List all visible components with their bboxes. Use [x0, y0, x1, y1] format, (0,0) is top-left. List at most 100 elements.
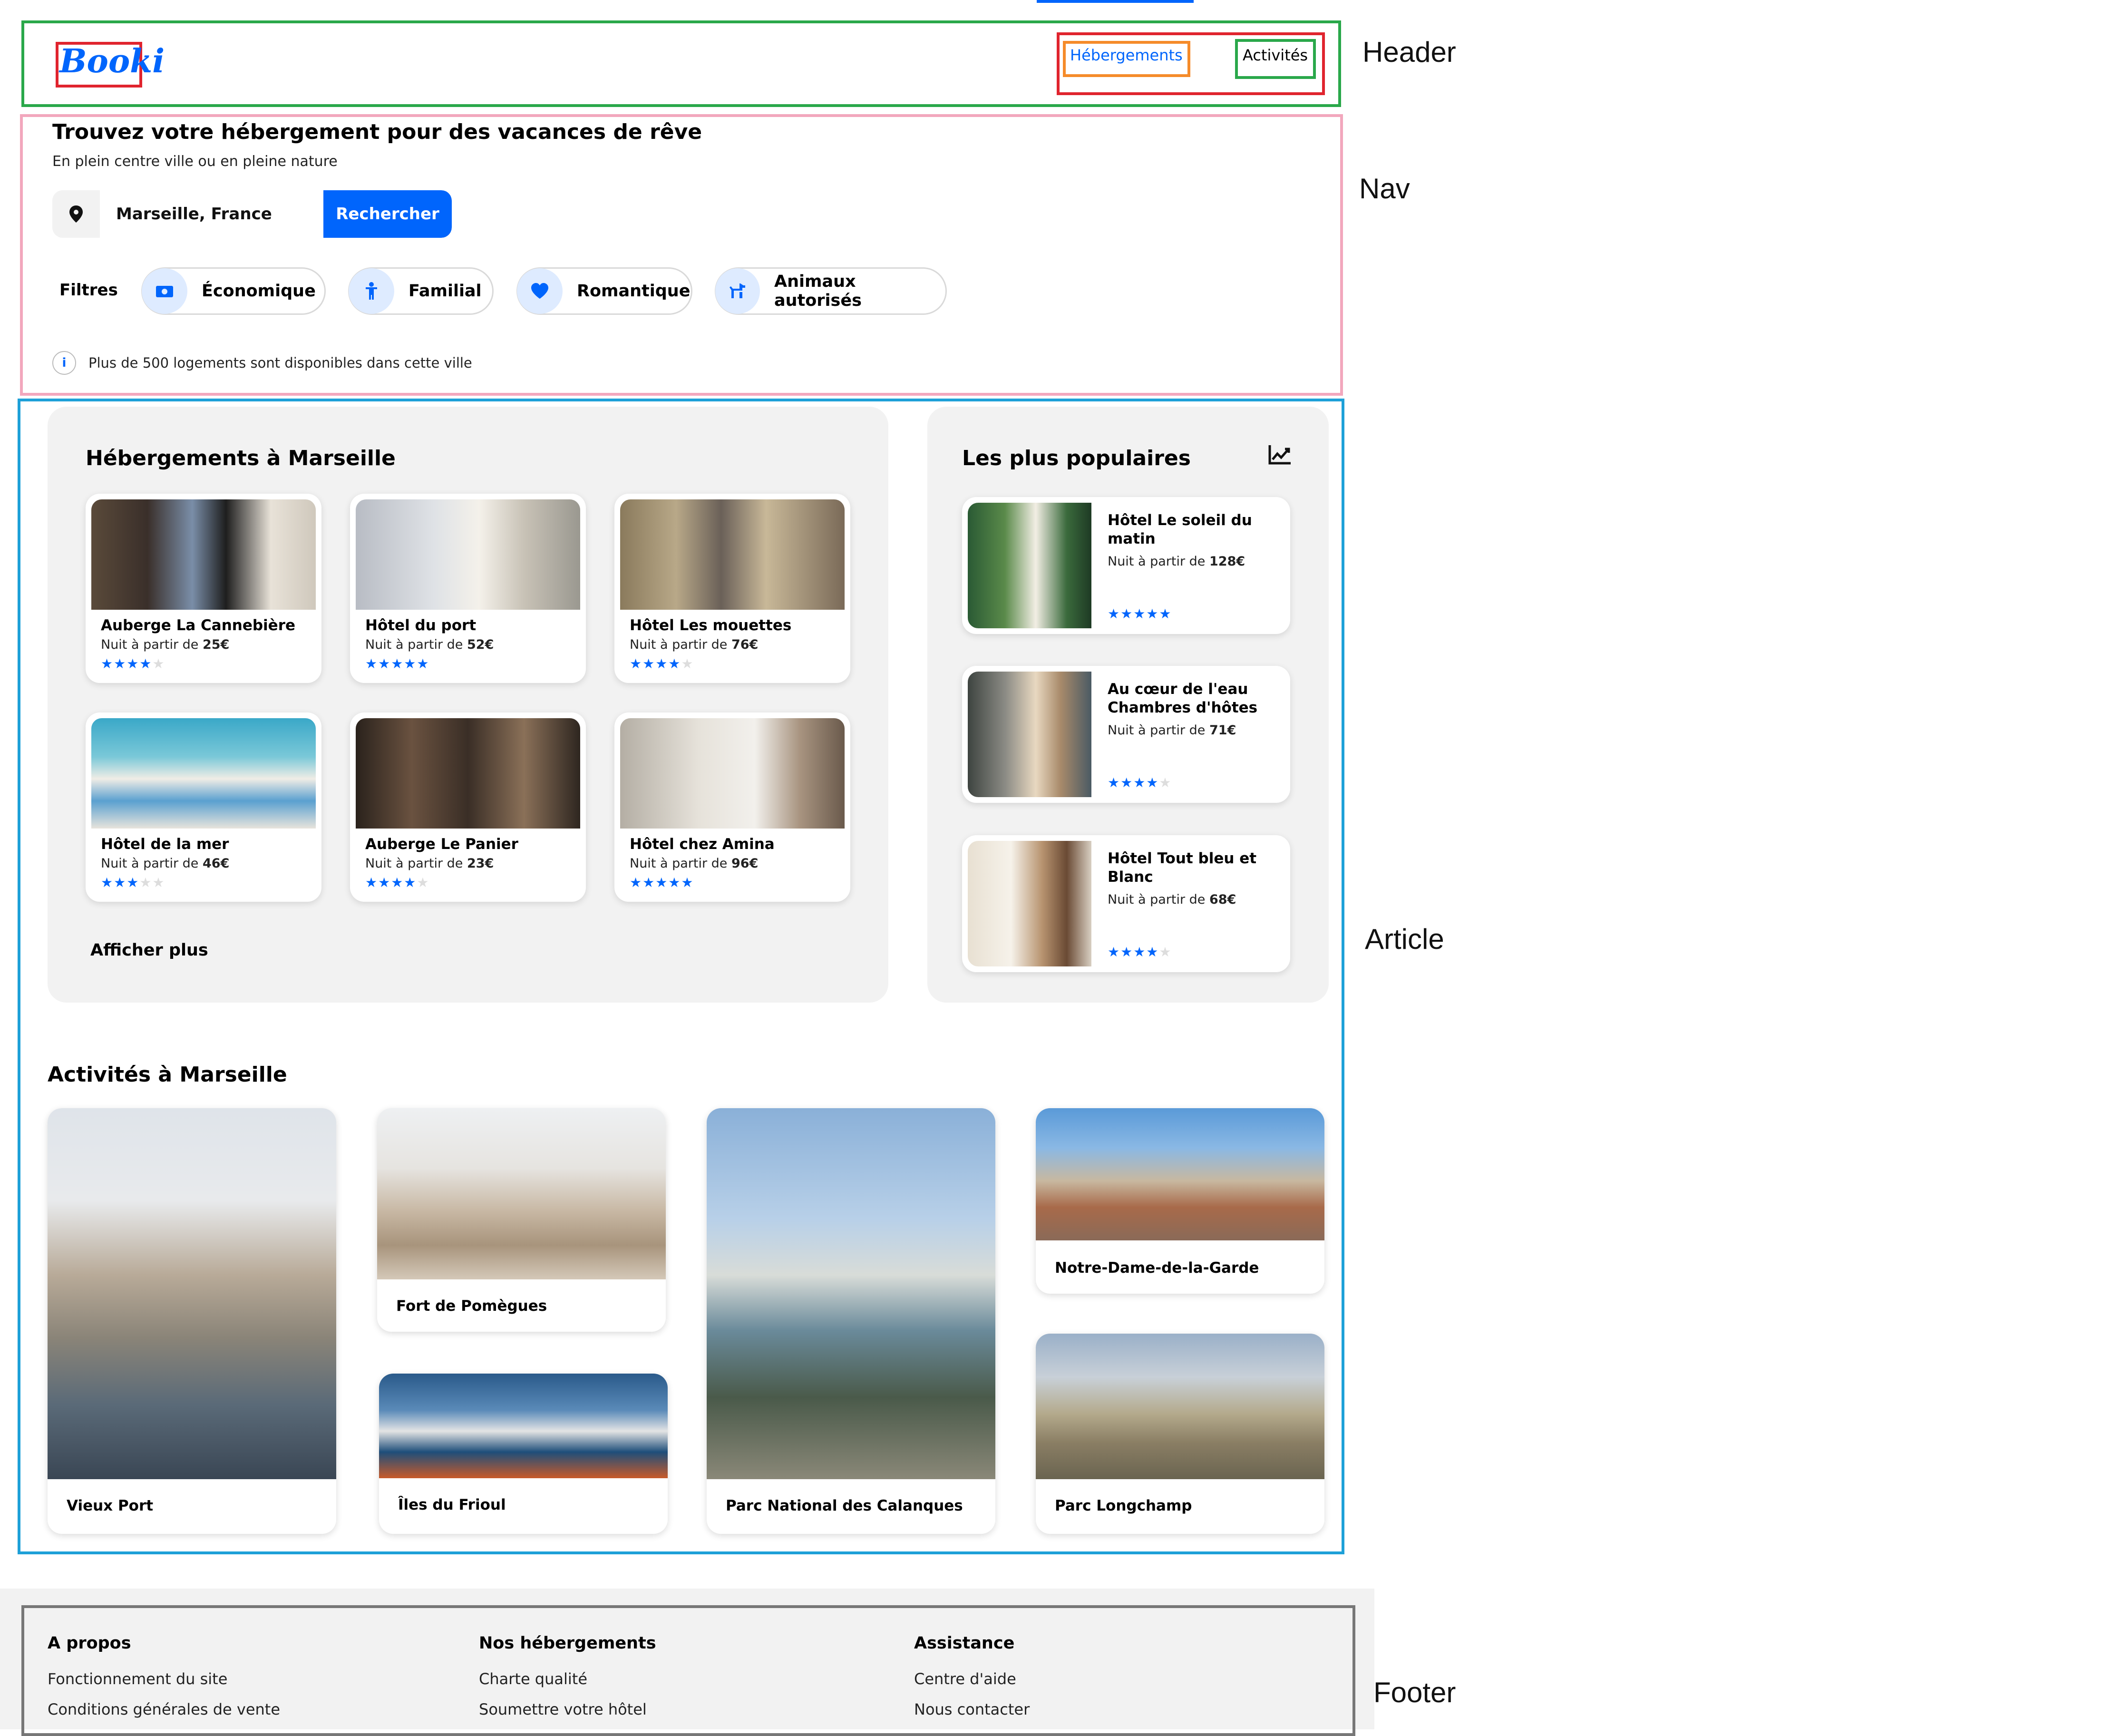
- hotel-price: Nuit à partir de 23€: [365, 856, 494, 871]
- nav-link-activites[interactable]: Activités: [1243, 48, 1308, 63]
- popular-card[interactable]: Hôtel Tout bleu et Blanc Nuit à partir de…: [962, 835, 1290, 972]
- search-bar: Marseille, France Rechercher: [52, 190, 452, 238]
- hebergement-card[interactable]: Hôtel Les mouettes Nuit à partir de 76€ …: [614, 494, 850, 683]
- footer-col-hebergements: Nos hébergements Charte qualité Soumettr…: [479, 1634, 656, 1731]
- popular-name: Au cœur de l'eau Chambres d'hôtes: [1108, 681, 1258, 716]
- hebergement-card[interactable]: Auberge La Cannebière Nuit à partir de 2…: [86, 494, 321, 683]
- footer-heading: A propos: [48, 1634, 131, 1653]
- activity-name: Notre-Dame-de-la-Garde: [1055, 1259, 1259, 1277]
- activity-card[interactable]: Îles du Frioul: [379, 1374, 668, 1534]
- footer-link[interactable]: Fonctionnement du site: [48, 1670, 280, 1688]
- hotel-image: [356, 499, 580, 610]
- hotel-price: Nuit à partir de 46€: [101, 856, 230, 871]
- activity-card[interactable]: Parc National des Calanques: [707, 1108, 995, 1534]
- footer-link[interactable]: Conditions générales de vente: [48, 1700, 280, 1718]
- hotel-image: [91, 718, 316, 829]
- hotel-image: [968, 503, 1091, 628]
- footer-heading: Assistance: [914, 1634, 1015, 1653]
- annotation-nav: Nav: [1359, 173, 1410, 205]
- activity-image: [377, 1108, 666, 1279]
- nav-link-hebergements[interactable]: Hébergements: [1070, 48, 1183, 63]
- footer-link[interactable]: Charte qualité: [479, 1670, 656, 1688]
- hotel-price: Nuit à partir de 25€: [101, 637, 230, 652]
- activity-name: Vieux Port: [67, 1497, 154, 1514]
- show-more-link[interactable]: Afficher plus: [90, 941, 208, 960]
- activity-image: [48, 1108, 336, 1479]
- logo[interactable]: Booki: [59, 45, 165, 78]
- filter-label: Romantique: [577, 282, 691, 301]
- filter-label: Économique: [202, 282, 316, 301]
- hotel-name: Hôtel du port: [365, 617, 477, 634]
- activity-name: Îles du Frioul: [398, 1496, 506, 1513]
- hotel-name: Hôtel chez Amina: [630, 836, 775, 853]
- hotel-name: Auberge Le Panier: [365, 836, 518, 853]
- rating-stars: ★★★★★: [365, 656, 430, 672]
- top-accent-bar: [1037, 0, 1194, 3]
- rating-stars: ★★★★★: [1108, 606, 1172, 622]
- hebergements-title: Hébergements à Marseille: [86, 446, 396, 470]
- page-title: Trouvez votre hébergement pour des vacan…: [52, 120, 702, 144]
- info-icon: i: [52, 351, 76, 375]
- hotel-name: Hôtel de la mer: [101, 836, 229, 853]
- footer-col-assistance: Assistance Centre d'aide Nous contacter: [914, 1634, 1030, 1731]
- populaires-title: Les plus populaires: [962, 446, 1191, 470]
- hebergement-card[interactable]: Auberge Le Panier Nuit à partir de 23€ ★…: [350, 712, 586, 902]
- child-icon: [349, 268, 394, 314]
- rating-stars: ★★★★★: [101, 875, 165, 890]
- popular-price: Nuit à partir de 71€: [1108, 723, 1236, 738]
- popular-name: Hôtel Tout bleu et Blanc: [1108, 850, 1257, 886]
- activity-name: Parc Longchamp: [1055, 1497, 1192, 1514]
- popular-price: Nuit à partir de 68€: [1108, 892, 1236, 907]
- activity-name: Parc National des Calanques: [726, 1497, 963, 1514]
- annotation-header: Header: [1362, 36, 1456, 68]
- hotel-image: [356, 718, 580, 829]
- hebergement-card[interactable]: Hôtel de la mer Nuit à partir de 46€ ★★★…: [86, 712, 321, 902]
- annotation-article: Article: [1365, 923, 1444, 955]
- filter-label: Familial: [409, 282, 482, 301]
- filter-romantique[interactable]: Romantique: [516, 267, 692, 315]
- rating-stars: ★★★★★: [365, 875, 430, 890]
- filter-animaux[interactable]: Animaux autorisés: [715, 267, 947, 315]
- hotel-image: [968, 841, 1091, 966]
- activity-card[interactable]: Parc Longchamp: [1036, 1334, 1324, 1534]
- hotel-price: Nuit à partir de 52€: [365, 637, 494, 652]
- footer-link[interactable]: Centre d'aide: [914, 1670, 1030, 1688]
- rating-stars: ★★★★★: [1108, 944, 1172, 960]
- hotel-image: [968, 672, 1091, 797]
- filter-economique[interactable]: Économique: [141, 267, 326, 315]
- activity-image: [379, 1374, 668, 1478]
- activity-card[interactable]: Fort de Pomègues: [377, 1108, 666, 1332]
- popular-price: Nuit à partir de 128€: [1108, 554, 1245, 569]
- rating-stars: ★★★★★: [630, 656, 694, 672]
- hotel-name: Hôtel Les mouettes: [630, 617, 792, 634]
- page-subtitle: En plein centre ville ou en pleine natur…: [52, 153, 338, 170]
- hotel-name: Auberge La Cannebière: [101, 617, 296, 634]
- activity-image: [707, 1108, 995, 1479]
- hotel-price: Nuit à partir de 96€: [630, 856, 759, 871]
- popular-name: Hôtel Le soleil du matin: [1108, 512, 1252, 547]
- info-text: Plus de 500 logements sont disponibles d…: [88, 355, 472, 371]
- activity-card[interactable]: Notre-Dame-de-la-Garde: [1036, 1108, 1324, 1294]
- filters-label: Filtres: [59, 281, 118, 300]
- location-pin-icon: [52, 190, 100, 238]
- footer-heading: Nos hébergements: [479, 1634, 656, 1653]
- trend-chart-icon: [1268, 444, 1292, 470]
- activity-image: [1036, 1108, 1324, 1240]
- activity-card[interactable]: Vieux Port: [48, 1108, 336, 1534]
- search-button[interactable]: Rechercher: [323, 190, 452, 238]
- rating-stars: ★★★★★: [1108, 775, 1172, 790]
- hebergement-card[interactable]: Hôtel du port Nuit à partir de 52€ ★★★★★: [350, 494, 586, 683]
- info-message: i Plus de 500 logements sont disponibles…: [52, 351, 472, 375]
- popular-card[interactable]: Au cœur de l'eau Chambres d'hôtes Nuit à …: [962, 666, 1290, 803]
- rating-stars: ★★★★★: [101, 656, 165, 672]
- filter-familial[interactable]: Familial: [348, 267, 494, 315]
- dog-icon: [715, 268, 760, 314]
- hebergement-card[interactable]: Hôtel chez Amina Nuit à partir de 96€ ★★…: [614, 712, 850, 902]
- activites-title: Activités à Marseille: [48, 1063, 287, 1087]
- footer-link[interactable]: Nous contacter: [914, 1700, 1030, 1718]
- activity-image: [1036, 1334, 1324, 1479]
- footer-link[interactable]: Soumettre votre hôtel: [479, 1700, 656, 1718]
- hotel-image: [91, 499, 316, 610]
- heart-icon: [517, 268, 563, 314]
- popular-card[interactable]: Hôtel Le soleil du matin Nuit à partir de…: [962, 497, 1290, 634]
